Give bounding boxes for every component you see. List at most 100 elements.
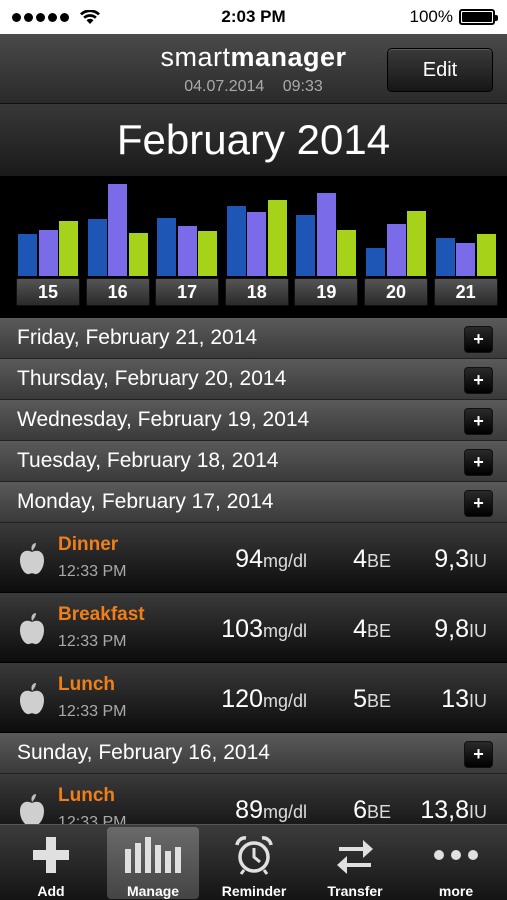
chart-day-20[interactable]: 20 <box>364 176 428 318</box>
bread-units-value: 4BE <box>353 615 391 644</box>
glucose-value-number: 94 <box>235 545 263 573</box>
insulin-units-value-unit: IU <box>469 802 487 822</box>
chart-tick-label: 18 <box>224 278 289 306</box>
chart-bar <box>198 231 218 276</box>
insulin-units-value-number: 13,8 <box>420 796 469 824</box>
day-header[interactable]: Wednesday, February 19, 2014 + <box>0 400 507 441</box>
meal-time: 12:33 PM <box>58 703 127 720</box>
day-header[interactable]: Friday, February 21, 2014 + <box>0 318 507 359</box>
glucose-value-unit: mg/dl <box>262 691 307 711</box>
chart-day-16[interactable]: 16 <box>85 176 150 318</box>
day-header-label: Tuesday, February 18, 2014 <box>17 449 279 472</box>
bread-units-value: 6BE <box>353 796 391 825</box>
meal-name: Lunch <box>58 785 115 806</box>
chart-tick-label: 17 <box>155 278 220 306</box>
chart-day-19[interactable]: 19 <box>294 176 359 318</box>
tab-label: Manage <box>126 883 180 899</box>
add-entry-button[interactable]: + <box>464 408 493 435</box>
tab-label: Transfer <box>327 883 383 899</box>
chart-day-15[interactable]: 15 <box>16 176 80 318</box>
chart-bar <box>407 211 426 276</box>
insulin-units-value: 13,8IU <box>420 796 487 825</box>
chart-tick-label: 20 <box>364 278 428 306</box>
tab-transfer[interactable]: Transfer <box>309 827 401 899</box>
chart-tick-label: 19 <box>294 278 359 306</box>
bar-chart-icon <box>125 837 181 873</box>
bread-units-value-number: 6 <box>353 796 367 824</box>
tab-label: more <box>438 883 474 899</box>
weekly-bar-chart[interactable]: 15 16 17 18 19 20 21 <box>0 176 507 318</box>
tab-bar: Add Manage Reminder Transfer more <box>0 824 507 900</box>
insulin-units-value-unit: IU <box>469 621 487 641</box>
meal-time: 12:33 PM <box>58 563 127 580</box>
log-entry-row[interactable]: Dinner 12:33 PM 94mg/dl 4BE 9,3IU <box>0 523 507 593</box>
glucose-value-number: 103 <box>221 615 263 643</box>
insulin-units-value-unit: IU <box>469 691 487 711</box>
apple-icon <box>18 794 46 826</box>
signal-dots-icon <box>12 12 69 22</box>
chart-bar <box>38 230 58 276</box>
tab-add[interactable]: Add <box>5 827 97 899</box>
add-entry-button[interactable]: + <box>464 367 493 394</box>
add-entry-button[interactable]: + <box>464 326 493 353</box>
chart-bar <box>247 212 267 276</box>
bread-units-value-unit: BE <box>366 551 391 571</box>
add-entry-button[interactable]: + <box>464 449 493 476</box>
chart-bar <box>177 226 197 276</box>
chart-bar <box>59 221 78 276</box>
day-header[interactable]: Tuesday, February 18, 2014 + <box>0 441 507 482</box>
battery-percentage: 100% <box>409 7 453 26</box>
bread-units-value-unit: BE <box>366 802 391 822</box>
day-header[interactable]: Monday, February 17, 2014 + <box>0 482 507 523</box>
bread-units-value: 5BE <box>353 685 391 714</box>
bread-units-value: 4BE <box>353 545 391 574</box>
logbook-list: Friday, February 21, 2014 + Thursday, Febr… <box>0 318 507 844</box>
bread-units-value-number: 4 <box>353 545 367 573</box>
meal-name: Lunch <box>58 674 115 695</box>
glucose-value: 120mg/dl <box>221 685 307 714</box>
chart-bar <box>157 218 177 276</box>
insulin-units-value-number: 13 <box>441 685 469 713</box>
insulin-units-value: 9,8IU <box>434 615 487 644</box>
more-dots-icon <box>434 850 478 860</box>
chart-day-18[interactable]: 18 <box>224 176 289 318</box>
app-header: smartmanager 04.07.2014 09:33 Edit <box>0 34 507 104</box>
glucose-value-number: 120 <box>221 685 263 713</box>
log-entry-row[interactable]: Breakfast 12:33 PM 103mg/dl 4BE 9,8IU <box>0 593 507 663</box>
day-header-label: Thursday, February 20, 2014 <box>17 367 287 390</box>
chart-bar <box>476 234 496 276</box>
glucose-value: 89mg/dl <box>235 796 307 825</box>
add-entry-button[interactable]: + <box>464 741 493 768</box>
apple-icon <box>18 543 46 575</box>
current-time: 09:33 <box>282 78 323 95</box>
tab-manage[interactable]: Manage <box>107 827 199 899</box>
chart-day-21[interactable]: 21 <box>433 176 498 318</box>
insulin-units-value: 13IU <box>441 685 487 714</box>
apple-icon <box>18 613 46 645</box>
meal-name: Dinner <box>58 534 119 555</box>
bread-units-value-unit: BE <box>366 691 391 711</box>
chart-bar <box>456 243 476 276</box>
chart-bar <box>366 248 385 276</box>
edit-button[interactable]: Edit <box>387 48 493 92</box>
insulin-units-value: 9,3IU <box>434 545 487 574</box>
tab-more[interactable]: more <box>410 827 502 899</box>
day-header-label: Sunday, February 16, 2014 <box>17 741 270 764</box>
tab-reminder[interactable]: Reminder <box>208 827 300 899</box>
chart-tick-label: 21 <box>433 278 498 306</box>
log-entry-row[interactable]: Lunch 12:33 PM 120mg/dl 5BE 13IU <box>0 663 507 733</box>
month-title: February 2014 <box>0 104 507 176</box>
insulin-units-value-number: 9,3 <box>434 545 469 573</box>
glucose-value-unit: mg/dl <box>262 621 307 641</box>
chart-bar <box>18 234 37 276</box>
chart-bar <box>337 230 357 276</box>
chart-day-17[interactable]: 17 <box>155 176 220 318</box>
glucose-value-unit: mg/dl <box>262 802 307 822</box>
day-header[interactable]: Thursday, February 20, 2014 + <box>0 359 507 400</box>
day-header[interactable]: Sunday, February 16, 2014 + <box>0 733 507 774</box>
chart-bar <box>226 206 246 276</box>
glucose-value-unit: mg/dl <box>262 551 307 571</box>
alarm-clock-icon <box>235 836 273 875</box>
add-entry-button[interactable]: + <box>464 490 493 517</box>
glucose-value: 103mg/dl <box>221 615 307 644</box>
